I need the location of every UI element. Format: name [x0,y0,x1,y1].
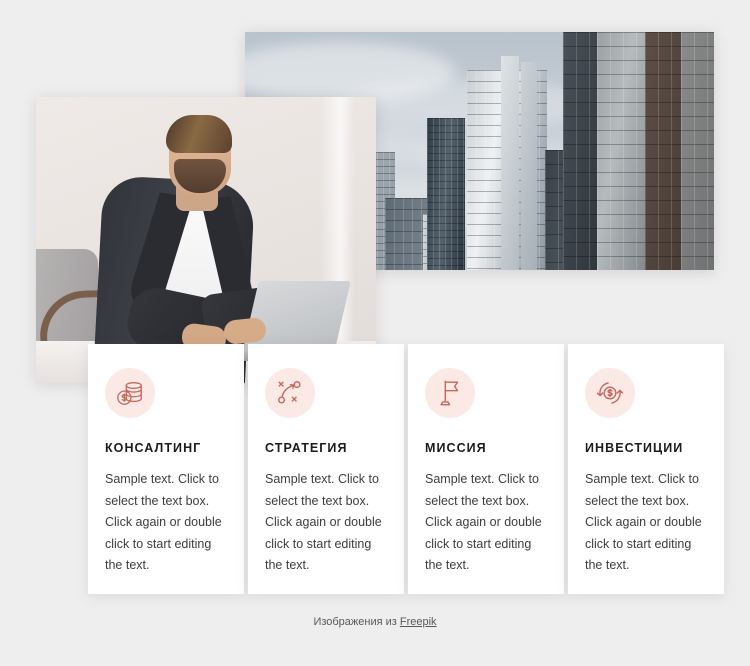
building [597,32,649,270]
image-credit: Изображения из Freepik [0,616,750,628]
building [681,32,714,270]
card-description: Sample text. Click to select the text bo… [585,472,702,572]
freepik-link[interactable]: Freepik [400,616,437,628]
flag-icon [425,368,475,418]
card-title: КОНСАЛТИНГ [105,441,202,455]
person-hair [166,115,232,153]
feature-card-investments[interactable]: ИНВЕСТИЦИИ Sample text. Click to select … [568,344,724,594]
card-description: Sample text. Click to select the text bo… [425,472,542,572]
card-title: ИНВЕСТИЦИИ [585,441,684,455]
feature-cards: КОНСАЛТИНГ Sample text. Click to select … [88,344,724,594]
page-root: КОНСАЛТИНГ Sample text. Click to select … [0,0,750,666]
coins-dollar-icon [105,368,155,418]
card-title: СТРАТЕГИЯ [265,441,348,455]
building [427,118,465,270]
businessman-laptop-photo [36,97,376,383]
feature-card-consulting[interactable]: КОНСАЛТИНГ Sample text. Click to select … [88,344,244,594]
building [645,32,685,270]
card-title: МИССИЯ [425,441,487,455]
credit-prefix: Изображения из [313,616,400,628]
feature-card-mission[interactable]: МИССИЯ Sample text. Click to select the … [408,344,564,594]
card-description: Sample text. Click to select the text bo… [105,472,222,572]
dollar-refresh-icon [585,368,635,418]
feature-card-strategy[interactable]: СТРАТЕГИЯ Sample text. Click to select t… [248,344,404,594]
building [521,62,537,270]
card-description: Sample text. Click to select the text bo… [265,472,382,572]
building [501,56,519,270]
strategy-playbook-icon [265,368,315,418]
